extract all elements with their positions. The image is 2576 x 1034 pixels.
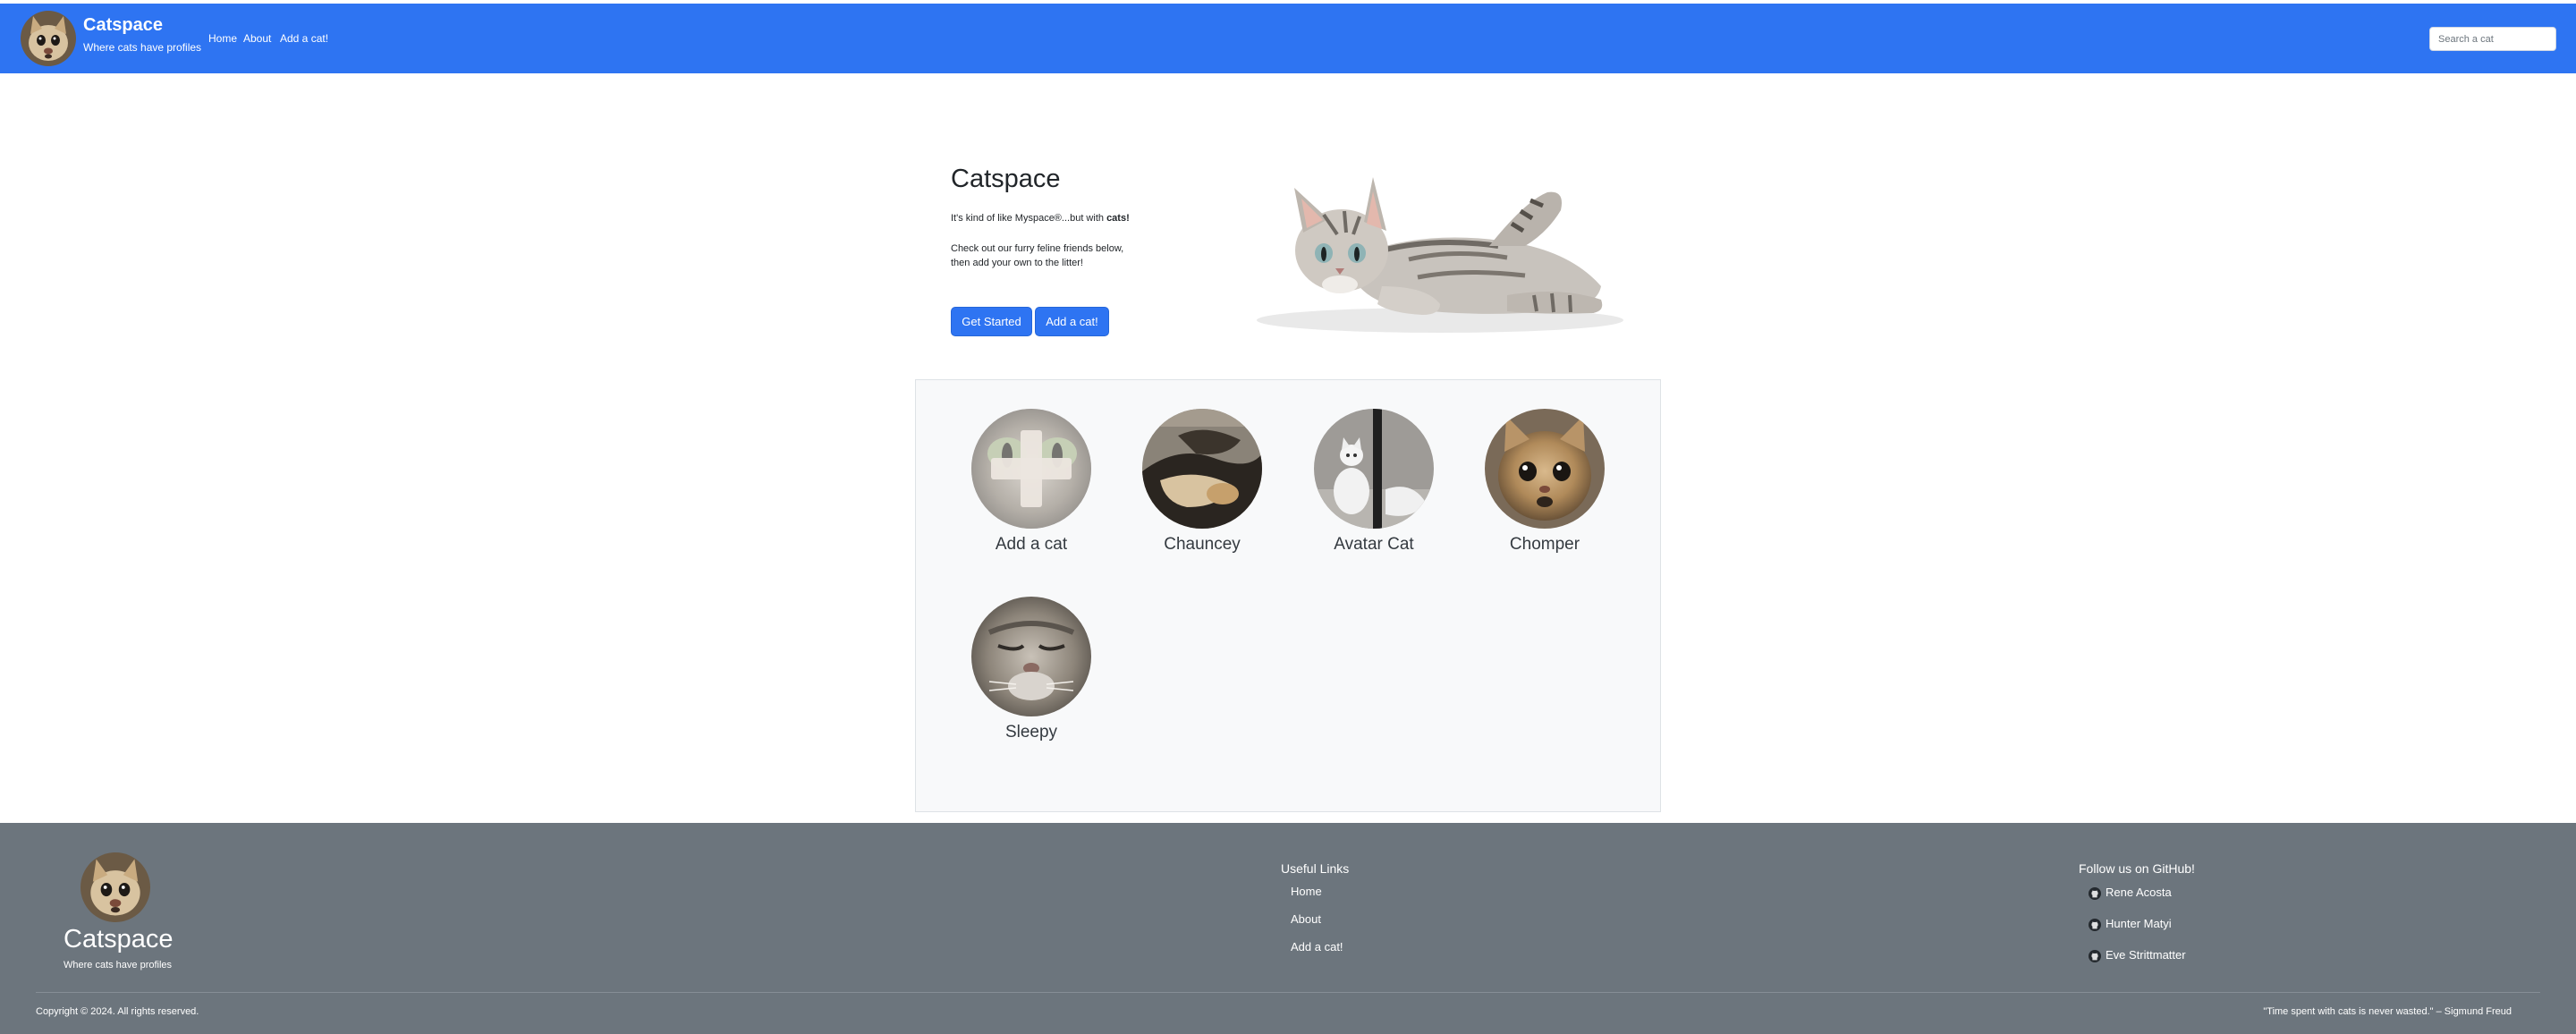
brand-tagline: Where cats have profiles <box>83 41 202 54</box>
copyright-text: Copyright © 2024. All rights reserved. <box>36 1006 199 1017</box>
hero-description: Check out our furry feline friends below… <box>951 243 1124 268</box>
cat-gallery: Add a cat Chauncey Avatar Cat Chomper Sl… <box>915 379 1661 812</box>
nav-add-cat-link[interactable]: Add a cat! <box>280 33 328 44</box>
plus-icon <box>991 430 1072 507</box>
nav-about-link[interactable]: About <box>243 33 271 44</box>
useful-links-heading: Useful Links <box>1281 861 1350 876</box>
footer-divider <box>36 992 2540 993</box>
cat-card-add[interactable]: Add a cat <box>964 409 1098 553</box>
github-icon <box>2089 919 2101 931</box>
footer: Catspace Where cats have profiles Useful… <box>0 823 2576 1034</box>
cat-name[interactable]: Avatar Cat <box>1307 536 1441 553</box>
hero-tagline: It's kind of like Myspace®...but with ca… <box>951 214 1130 224</box>
footer-add-cat-link[interactable]: Add a cat! <box>1291 941 1343 953</box>
hero-add-cat-button[interactable]: Add a cat! <box>1035 307 1109 336</box>
brand-title[interactable]: Catspace <box>83 16 163 34</box>
avatar-cat-photo[interactable] <box>1314 409 1434 529</box>
github-icon <box>2089 887 2101 900</box>
cat-name[interactable]: Add a cat <box>964 536 1098 553</box>
github-icon <box>2089 950 2101 962</box>
add-cat-photo[interactable] <box>971 409 1091 529</box>
sleepy-photo[interactable] <box>971 597 1091 716</box>
github-user-hunter-matyi[interactable]: Hunter Matyi <box>2106 918 2172 929</box>
hero-tagline-bold: cats! <box>1106 213 1130 224</box>
hero-cat-image <box>1239 152 1632 340</box>
brand-logo-avatar[interactable] <box>21 11 76 66</box>
github-heading: Follow us on GitHub! <box>2079 861 2195 876</box>
cat-card-chauncey[interactable]: Chauncey <box>1135 409 1269 553</box>
hero-tagline-text: It's kind of like Myspace®...but with <box>951 213 1107 224</box>
footer-about-link[interactable]: About <box>1291 913 1321 925</box>
github-user-rene-acosta[interactable]: Rene Acosta <box>2106 886 2172 898</box>
chomper-photo[interactable] <box>1485 409 1605 529</box>
cat-name[interactable]: Chomper <box>1478 536 1612 553</box>
nav-home-link[interactable]: Home <box>208 33 237 44</box>
search-input[interactable] <box>2429 27 2556 51</box>
cat-name[interactable]: Chauncey <box>1135 536 1269 553</box>
footer-tagline: Where cats have profiles <box>64 960 173 970</box>
hero-title: Catspace <box>951 165 1061 193</box>
navbar: Catspace Where cats have profiles Home A… <box>0 4 2576 73</box>
footer-logo-avatar <box>80 852 150 922</box>
github-user-eve-strittmatter[interactable]: Eve Strittmatter <box>2106 949 2186 961</box>
footer-quote: "Time spent with cats is never wasted." … <box>2263 1006 2512 1017</box>
chauncey-photo[interactable] <box>1142 409 1262 529</box>
footer-brand: Catspace <box>64 925 174 953</box>
cat-card-chomper[interactable]: Chomper <box>1478 409 1612 553</box>
cat-name[interactable]: Sleepy <box>964 724 1098 741</box>
footer-home-link[interactable]: Home <box>1291 886 1322 897</box>
cat-card-sleepy[interactable]: Sleepy <box>964 597 1098 741</box>
get-started-button[interactable]: Get Started <box>951 307 1032 336</box>
cat-card-avatar-cat[interactable]: Avatar Cat <box>1307 409 1441 553</box>
